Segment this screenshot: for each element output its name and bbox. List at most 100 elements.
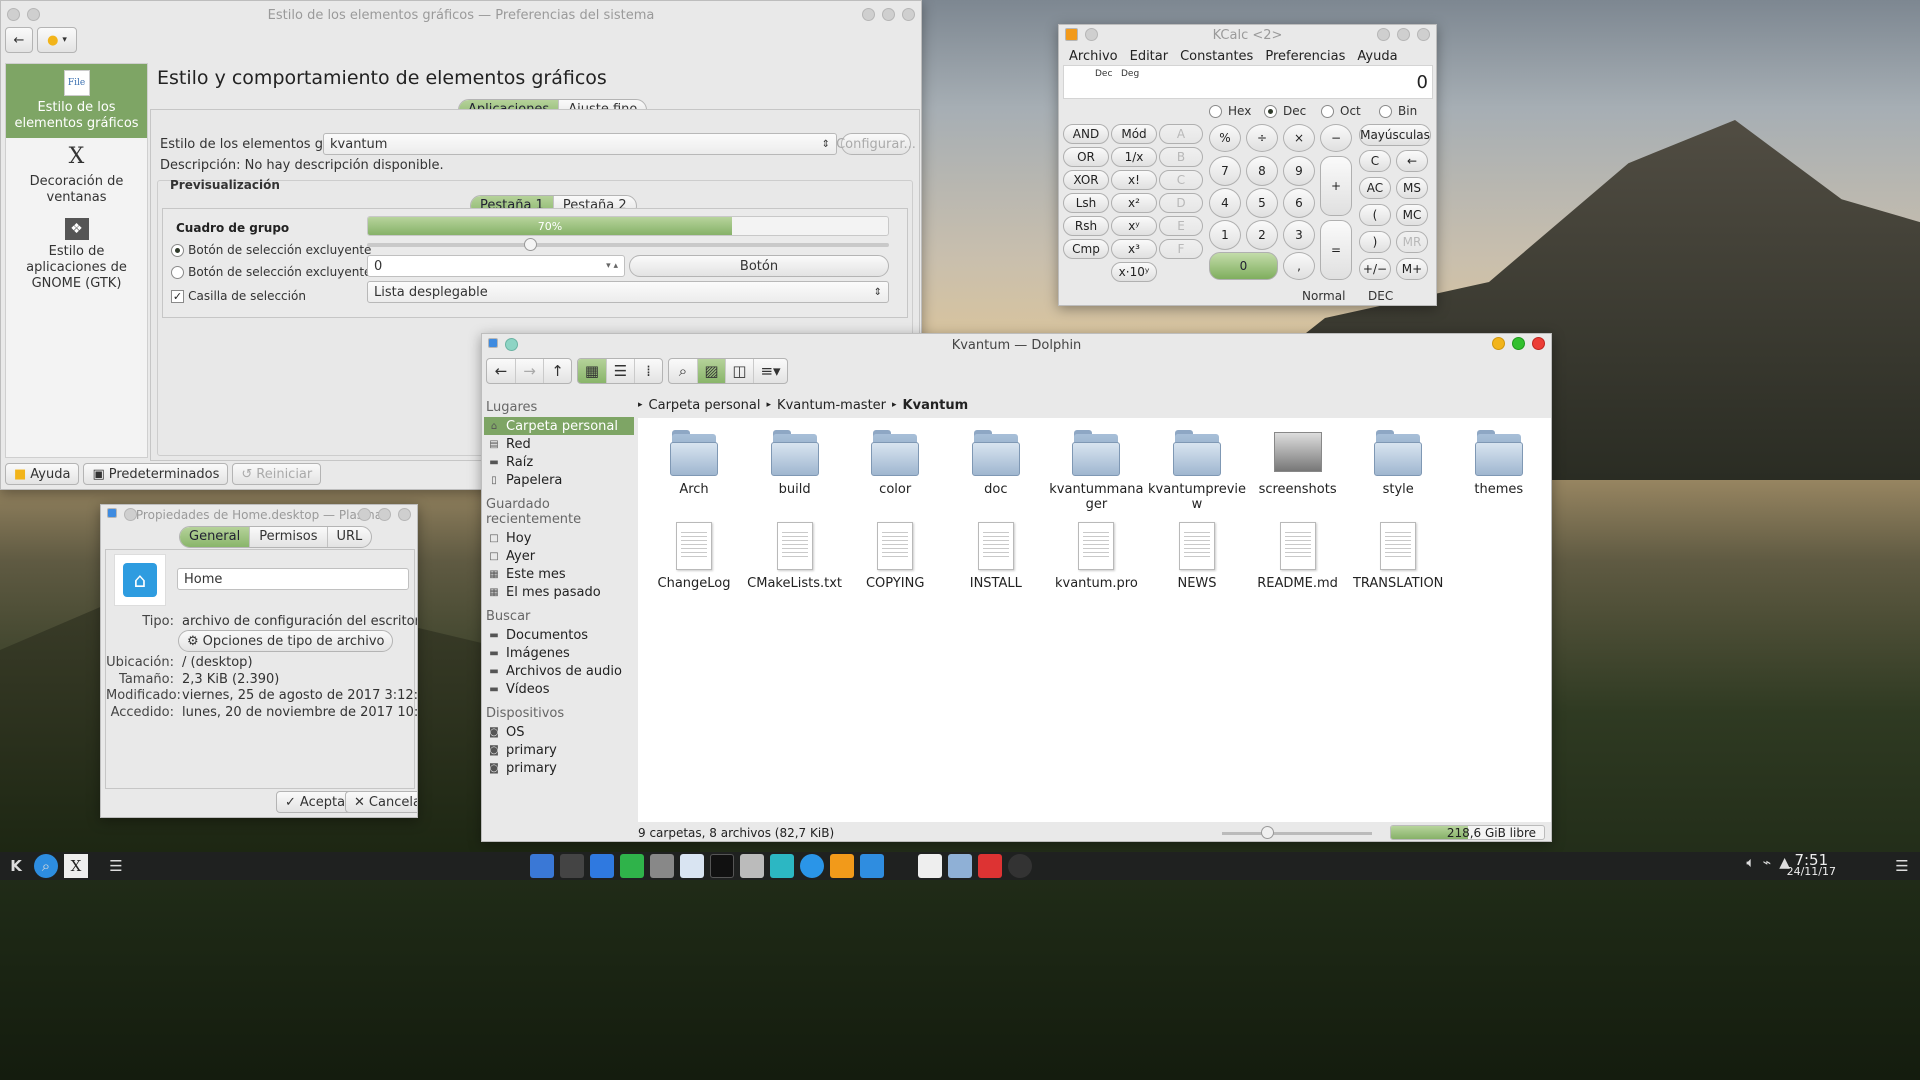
title-bar[interactable]: KCalc <2> xyxy=(1059,25,1436,45)
device-primary-1[interactable]: ◙ primary xyxy=(484,741,634,759)
preview-dropdown[interactable]: Lista desplegable ⇕ xyxy=(367,281,889,303)
key-op-3[interactable]: − xyxy=(1320,124,1352,152)
folder-item[interactable]: style xyxy=(1348,428,1448,497)
clock[interactable]: 7:51 24/11/17 xyxy=(1787,853,1836,878)
title-bar[interactable]: Estilo de los elementos gráficos — Prefe… xyxy=(1,1,921,29)
key-hex-a[interactable]: A xyxy=(1159,124,1203,144)
breadcrumb-item[interactable]: Kvantum-master xyxy=(777,398,886,413)
minimize-button[interactable] xyxy=(1492,337,1505,350)
browser-task-icon[interactable] xyxy=(800,854,824,878)
name-field[interactable]: Home xyxy=(177,568,409,590)
recent-last-month[interactable]: ▦ El mes pasado xyxy=(484,583,634,601)
key-digit-6[interactable]: 6 xyxy=(1283,188,1315,218)
recent-today[interactable]: □ Hoy xyxy=(484,529,634,547)
base-oct-radio[interactable]: Oct xyxy=(1321,104,1361,118)
key-mem-6[interactable]: MC xyxy=(1396,204,1428,226)
menu-settings[interactable]: Preferencias xyxy=(1259,49,1351,64)
search-icon[interactable]: ⌕ xyxy=(34,854,58,878)
tab-url[interactable]: URL xyxy=(326,527,372,547)
key-and[interactable]: AND xyxy=(1063,124,1109,144)
place-network[interactable]: ▤ Red xyxy=(484,435,634,453)
title-bar[interactable]: Kvantum — Dolphin xyxy=(482,334,1551,356)
key-plus[interactable]: + xyxy=(1320,156,1352,216)
key-hex-d[interactable]: D xyxy=(1159,193,1203,213)
base-dec-radio[interactable]: Dec xyxy=(1264,104,1306,118)
zoom-slider-handle[interactable] xyxy=(1261,826,1274,839)
folder-item[interactable]: color xyxy=(845,428,945,497)
title-bar[interactable]: Propiedades de Home.desktop — Plasma xyxy=(101,505,417,525)
menu-file[interactable]: Archivo xyxy=(1063,49,1124,64)
pin-icon[interactable] xyxy=(1085,28,1098,41)
file-item[interactable]: CMakeLists.txt xyxy=(745,522,845,591)
key-mem-9[interactable]: +/− xyxy=(1359,258,1391,280)
place-trash[interactable]: ▯ Papelera xyxy=(484,471,634,489)
file-item[interactable]: NEWS xyxy=(1147,522,1247,591)
place-home[interactable]: ⌂ Carpeta personal xyxy=(484,417,634,435)
volume-icon[interactable]: 🔈︎ xyxy=(1746,855,1754,871)
folder-item[interactable]: build xyxy=(745,428,845,497)
search-audio[interactable]: ▬ Archivos de audio xyxy=(484,662,634,680)
key-mem-3[interactable]: AC xyxy=(1359,177,1391,199)
radio-button-1[interactable]: Botón de selección excluyente xyxy=(171,243,371,258)
key-hex-f[interactable]: F xyxy=(1159,239,1203,259)
file-item[interactable]: kvantum.pro xyxy=(1046,522,1146,591)
hamburger-menu-icon[interactable]: ≡▾ xyxy=(753,359,787,383)
help-button[interactable]: ■ Ayuda xyxy=(5,463,80,485)
sidebar-item-gtk-style[interactable]: ❖ Estilo de aplicaciones de GNOME (GTK) xyxy=(6,212,147,298)
key-mem-8[interactable]: MR xyxy=(1396,231,1428,253)
menu-constants[interactable]: Constantes xyxy=(1174,49,1259,64)
folder-item[interactable]: doc xyxy=(946,428,1046,497)
minimize-button[interactable] xyxy=(862,8,875,21)
key-func-6[interactable]: x·10ʸ xyxy=(1111,262,1157,282)
key-or[interactable]: OR xyxy=(1063,147,1109,167)
base-hex-radio[interactable]: Hex xyxy=(1209,104,1251,118)
key-digit-4[interactable]: 4 xyxy=(1209,188,1241,218)
forward-icon[interactable]: → xyxy=(515,359,543,383)
key-xor[interactable]: XOR xyxy=(1063,170,1109,190)
panel-settings-icon[interactable]: ☰ xyxy=(1890,854,1914,878)
dialog-app-icon[interactable] xyxy=(107,508,117,518)
close-button[interactable] xyxy=(902,8,915,21)
key-func-2[interactable]: x! xyxy=(1111,170,1157,190)
file-type-options-button[interactable]: ⚙ Opciones de tipo de archivo xyxy=(178,630,394,652)
maximize-button[interactable] xyxy=(1512,337,1525,350)
zoom-slider[interactable] xyxy=(1222,826,1372,839)
pin-icon[interactable] xyxy=(27,8,40,21)
preview-button[interactable]: Botón xyxy=(629,255,889,277)
details-view-icon[interactable]: ☰ xyxy=(606,359,634,383)
maximize-button[interactable] xyxy=(1397,28,1410,41)
notes-task-icon[interactable] xyxy=(918,854,942,878)
key-digit-3[interactable]: 3 xyxy=(1283,220,1315,250)
folder-item[interactable]: kvantumpreview xyxy=(1147,428,1247,512)
key-hex-b[interactable]: B xyxy=(1159,147,1203,167)
cancel-button[interactable]: ✕Cancelar xyxy=(345,791,417,813)
file-item[interactable]: ChangeLog xyxy=(644,522,744,591)
key-hex-c[interactable]: C xyxy=(1159,170,1203,190)
style-combobox[interactable]: kvantum ⇕ xyxy=(323,133,837,155)
search-images[interactable]: ▬ Imágenes xyxy=(484,644,634,662)
file-item[interactable]: README.md xyxy=(1248,522,1348,591)
folder-item[interactable]: screenshots xyxy=(1248,428,1348,497)
dolphin-task-icon[interactable] xyxy=(680,854,704,878)
tab-permissions[interactable]: Permisos xyxy=(249,527,326,547)
key-rsh[interactable]: Rsh xyxy=(1063,216,1109,236)
place-root[interactable]: ▬ Raíz xyxy=(484,453,634,471)
maximize-button[interactable] xyxy=(378,508,391,521)
pin-icon[interactable] xyxy=(505,338,518,351)
preview-icon[interactable]: ▨ xyxy=(697,359,725,383)
application-launcher-icon[interactable]: K xyxy=(4,854,28,878)
key-digit-0[interactable]: 0 xyxy=(1209,252,1278,280)
key-func-4[interactable]: xʸ xyxy=(1111,216,1157,236)
kcalc-app-icon[interactable] xyxy=(1065,28,1078,41)
back-icon[interactable]: ← xyxy=(487,359,515,383)
menu-help[interactable]: Ayuda xyxy=(1351,49,1403,64)
close-button[interactable] xyxy=(1532,337,1545,350)
key-digit-2[interactable]: 2 xyxy=(1246,220,1278,250)
back-button[interactable]: ← xyxy=(5,27,33,53)
close-button[interactable] xyxy=(398,508,411,521)
search-icon[interactable]: ⌕ xyxy=(669,359,697,383)
file-item[interactable]: COPYING xyxy=(845,522,945,591)
key-comma[interactable]: , xyxy=(1283,252,1315,280)
radio-button-2[interactable]: Botón de selección excluyente xyxy=(171,265,371,280)
key-mem-1[interactable]: C xyxy=(1359,150,1391,172)
